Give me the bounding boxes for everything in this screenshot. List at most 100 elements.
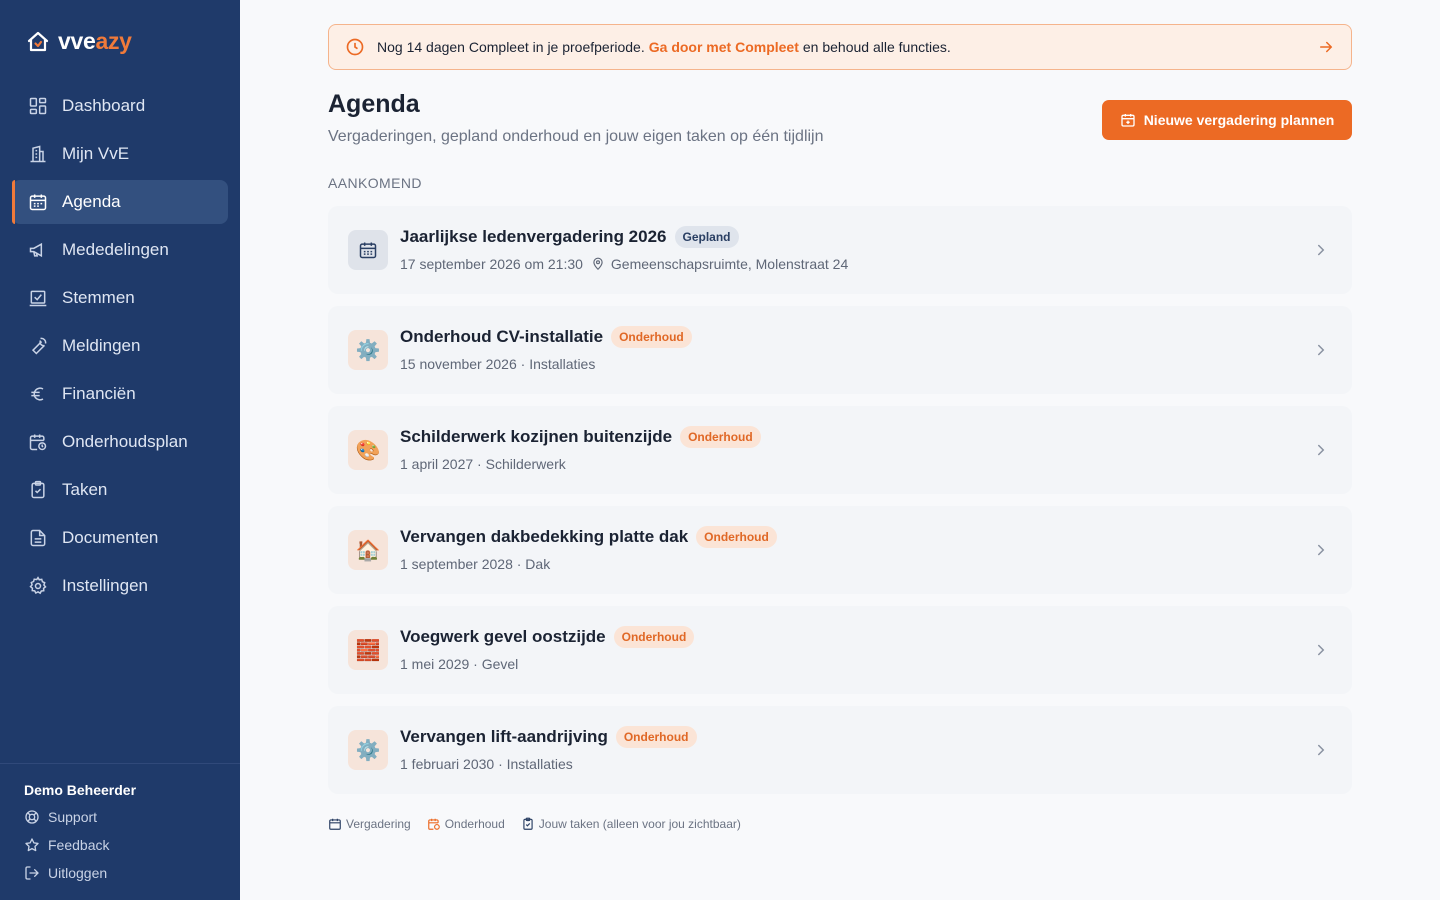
chevron-right-icon [1318, 444, 1325, 456]
chevron-right-icon [1318, 544, 1325, 556]
sidebar-item-label: Stemmen [62, 288, 135, 307]
agenda-list: Jaarlijkse ledenvergadering 2026 Gepland… [328, 206, 1352, 806]
brick-emoji-icon: 🧱 [348, 630, 388, 670]
list-item[interactable]: ⚙️ Onderhoud CV-installatie Onderhoud 15… [328, 306, 1352, 394]
new-meeting-label: Nieuwe vergadering plannen [1143, 112, 1335, 128]
sidebar: vveazy Dashboard Mijn VvE Agenda Mededel… [0, 0, 240, 900]
item-title: Vervangen lift-aandrijving [400, 727, 608, 746]
trial-text-after: en behoud alle functies. [802, 39, 951, 55]
calendar-plus-icon [1121, 114, 1135, 127]
item-title: Onderhoud CV-installatie [400, 327, 604, 346]
clock-icon [346, 38, 364, 56]
logout-icon [25, 866, 39, 880]
section-label: AANKOMEND [328, 175, 422, 191]
support-link[interactable]: Support [24, 809, 97, 825]
lifebuoy-icon [25, 810, 39, 824]
status-badge: Onderhoud [696, 526, 777, 548]
sidebar-item-label: Meldingen [62, 336, 141, 355]
building-icon [30, 145, 46, 163]
legend-maintenance: Onderhoud [427, 817, 505, 831]
euro-icon [31, 387, 44, 401]
list-item[interactable]: ⚙️ Vervangen lift-aandrijving Onderhoud … [328, 706, 1352, 794]
list-item[interactable]: 🎨 Schilderwerk kozijnen buitenzijde Onde… [328, 406, 1352, 494]
sidebar-nav: Dashboard Mijn VvE Agenda Mededelingen S… [12, 84, 228, 612]
sidebar-item-mijn-vve[interactable]: Mijn VvE [12, 132, 228, 176]
trial-banner: Nog 14 dagen Compleet in je proefperiode… [328, 24, 1352, 70]
legend: Vergadering Onderhoud Jouw taken (alleen… [328, 817, 741, 831]
document-icon [30, 529, 46, 547]
item-location: Gemeenschapsruimte, Molenstraat 24 [610, 256, 849, 272]
star-icon [25, 838, 39, 852]
wrench-icon [31, 337, 47, 355]
sidebar-item-label: Dashboard [62, 96, 146, 115]
sidebar-item-documenten[interactable]: Documenten [12, 516, 228, 560]
sidebar-item-agenda[interactable]: Agenda [12, 180, 228, 224]
sidebar-item-dashboard[interactable]: Dashboard [12, 84, 228, 128]
calendar-icon [29, 194, 47, 211]
sidebar-item-taken[interactable]: Taken [12, 468, 228, 512]
chevron-right-icon [1318, 244, 1325, 256]
status-badge: Gepland [674, 226, 739, 248]
item-date: 17 september 2026 om 21:30 [400, 256, 583, 272]
arrow-right-icon[interactable] [1317, 38, 1335, 56]
sidebar-footer: Demo Beheerder Support Feedback Uitlogge… [0, 763, 240, 900]
support-label: Support [48, 809, 98, 825]
sidebar-item-meldingen[interactable]: Meldingen [12, 324, 228, 368]
sidebar-item-label: Instellingen [62, 576, 149, 595]
item-meta: 1 september 2028 · Dak [400, 556, 551, 572]
gear-icon [29, 576, 47, 595]
sidebar-item-label: Mijn VvE [62, 144, 130, 163]
megaphone-icon [29, 242, 43, 258]
legend-maintenance-label: Onderhoud [444, 817, 505, 831]
item-title: Schilderwerk kozijnen buitenzijde [400, 427, 673, 446]
legend-tasks: Jouw taken (alleen voor jou zichtbaar) [521, 817, 741, 831]
sidebar-item-mededelingen[interactable]: Mededelingen [12, 228, 228, 272]
item-meta: 1 mei 2029 · Gevel [400, 656, 519, 672]
item-meta: 1 april 2027 · Schilderwerk [400, 456, 566, 472]
gear-emoji-icon: ⚙️ [348, 330, 388, 370]
item-meta: 1 februari 2030 · Installaties [400, 756, 573, 772]
vote-icon [29, 290, 47, 307]
logout-label: Uitloggen [48, 865, 108, 881]
calendar-clock-icon [427, 818, 440, 830]
chevron-right-icon [1318, 344, 1325, 356]
sidebar-item-onderhoudsplan[interactable]: Onderhoudsplan [12, 420, 228, 464]
sidebar-item-financien[interactable]: Financiën [12, 372, 228, 416]
new-meeting-button[interactable]: Nieuwe vergadering plannen [1102, 100, 1352, 140]
sidebar-item-label: Taken [62, 480, 108, 499]
calendar-icon [359, 242, 377, 259]
clipboard-check-icon [523, 817, 533, 830]
sidebar-item-label: Documenten [62, 528, 159, 547]
page-title: Agenda [328, 90, 420, 118]
logout-link[interactable]: Uitloggen [24, 865, 107, 881]
sidebar-item-instellingen[interactable]: Instellingen [12, 564, 228, 608]
clipboard-check-icon [31, 480, 45, 499]
trial-upgrade-link[interactable]: Ga door met Compleet [649, 39, 799, 55]
chevron-right-icon [1318, 744, 1325, 756]
main-content: Nog 14 dagen Compleet in je proefperiode… [240, 0, 1440, 900]
calendar-icon [329, 818, 341, 830]
feedback-link[interactable]: Feedback [24, 837, 109, 853]
sidebar-item-label: Onderhoudsplan [62, 432, 188, 451]
page-subtitle: Vergaderingen, gepland onderhoud en jouw… [328, 128, 824, 145]
item-meta: 17 september 2026 om 21:30 Gemeenschapsr… [400, 256, 848, 272]
dashboard-icon [29, 97, 47, 115]
house-emoji-icon: 🏠 [348, 530, 388, 570]
sidebar-item-label: Mededelingen [62, 240, 169, 259]
sidebar-item-label: Agenda [62, 192, 121, 211]
user-name: Demo Beheerder [24, 782, 137, 798]
brand-logo[interactable]: vveazy [26, 28, 132, 55]
status-badge: Onderhoud [611, 326, 692, 348]
meeting-icon-tile [348, 230, 388, 270]
legend-meeting-label: Vergadering [346, 817, 411, 831]
status-badge: Onderhoud [613, 626, 695, 648]
list-item[interactable]: 🧱 Voegwerk gevel oostzijde Onderhoud 1 m… [328, 606, 1352, 694]
list-item[interactable]: Jaarlijkse ledenvergadering 2026 Gepland… [328, 206, 1352, 294]
map-pin-icon [593, 257, 603, 271]
list-item[interactable]: 🏠 Vervangen dakbedekking platte dak Onde… [328, 506, 1352, 594]
item-title: Voegwerk gevel oostzijde [400, 627, 606, 646]
sidebar-item-stemmen[interactable]: Stemmen [12, 276, 228, 320]
gear-emoji-icon: ⚙️ [348, 730, 388, 770]
item-meta: 15 november 2026 · Installaties [400, 356, 596, 372]
legend-tasks-label: Jouw taken (alleen voor jou zichtbaar) [538, 817, 741, 831]
